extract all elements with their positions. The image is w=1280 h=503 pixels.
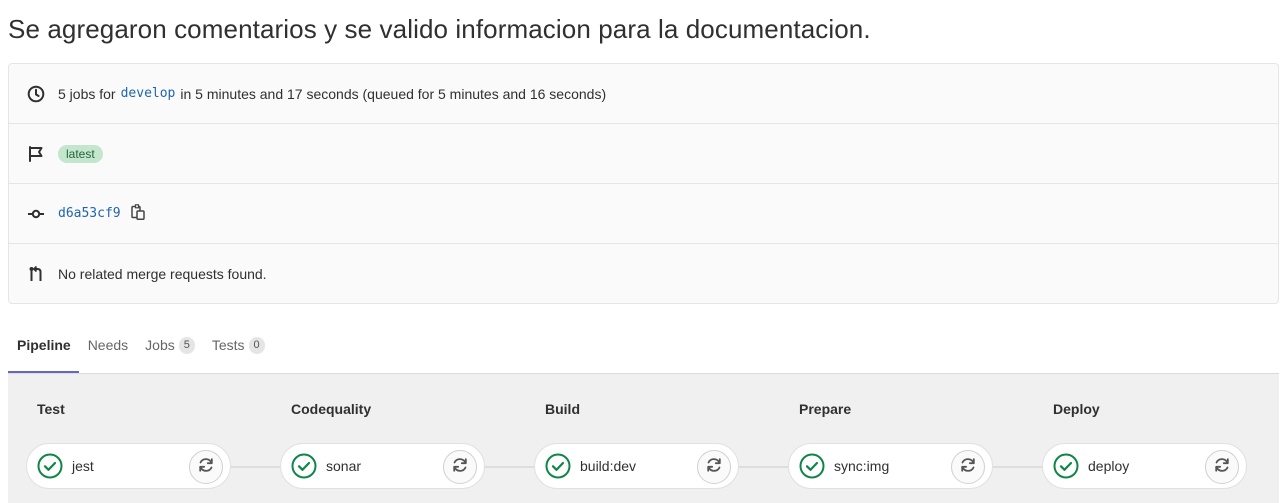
pipeline-duration-row: 5 jobs for develop in 5 minutes and 17 s…	[9, 64, 1278, 124]
commit-icon	[26, 204, 46, 224]
job-build-dev[interactable]: build:dev	[534, 443, 739, 489]
retry-job-button[interactable]	[951, 450, 985, 484]
pipeline-info-box: 5 jobs for develop in 5 minutes and 17 s…	[8, 63, 1279, 304]
merge-requests-row: No related merge requests found.	[9, 244, 1278, 304]
status-success-icon	[545, 453, 571, 479]
pipeline-tags-row: latest	[9, 124, 1278, 184]
stage-title-codequality: Codequality	[291, 401, 372, 417]
status-success-icon	[799, 453, 825, 479]
flag-icon	[26, 144, 46, 164]
retry-icon	[1213, 456, 1231, 479]
copy-commit-sha-button[interactable]	[130, 204, 145, 223]
stage-title-deploy: Deploy	[1053, 401, 1100, 417]
tab-needs[interactable]: Needs	[79, 325, 136, 373]
retry-job-button[interactable]	[443, 450, 477, 484]
job-name: deploy	[1088, 458, 1130, 474]
stage-connector	[485, 466, 535, 468]
tab-pipeline-label: Pipeline	[17, 337, 71, 353]
branch-link[interactable]: develop	[121, 86, 176, 101]
status-success-icon	[291, 453, 317, 479]
retry-icon	[197, 456, 215, 479]
retry-job-button[interactable]	[189, 450, 223, 484]
job-deploy[interactable]: deploy	[1042, 443, 1247, 489]
merge-request-icon	[26, 264, 46, 284]
tab-tests[interactable]: Tests 0	[203, 325, 273, 373]
tab-jobs-label: Jobs	[145, 337, 175, 353]
merge-requests-text: No related merge requests found.	[58, 266, 267, 282]
retry-job-button[interactable]	[1205, 450, 1239, 484]
status-success-icon	[1053, 453, 1079, 479]
retry-job-button[interactable]	[697, 450, 731, 484]
job-sync-img[interactable]: sync:img	[788, 443, 993, 489]
copy-icon	[130, 204, 145, 223]
status-success-icon	[37, 453, 63, 479]
pipeline-graph: Test jest Codequality sonar Build build:…	[8, 373, 1279, 503]
stage-title-build: Build	[545, 401, 580, 417]
page-title: Se agregaron comentarios y se valido inf…	[8, 14, 871, 44]
commit-sha-link[interactable]: d6a53cf9	[58, 206, 121, 221]
stage-connector	[993, 466, 1043, 468]
job-name: build:dev	[580, 458, 637, 474]
job-jest[interactable]: jest	[26, 443, 231, 489]
job-name: jest	[72, 458, 94, 474]
tab-pipeline[interactable]: Pipeline	[8, 325, 79, 373]
retry-icon	[451, 456, 469, 479]
tab-tests-label: Tests	[211, 337, 245, 353]
pipeline-tabs: Pipeline Needs Jobs 5 Tests 0	[8, 325, 273, 373]
job-name: sync:img	[834, 458, 890, 474]
job-name: sonar	[326, 458, 362, 474]
jobs-count-badge: 5	[178, 337, 195, 354]
retry-icon	[705, 456, 723, 479]
latest-badge: latest	[58, 144, 103, 163]
stage-title-test: Test	[37, 401, 65, 417]
job-sonar[interactable]: sonar	[280, 443, 485, 489]
clock-icon	[26, 84, 46, 104]
tab-jobs[interactable]: Jobs 5	[136, 325, 203, 373]
tests-count-badge: 0	[248, 337, 265, 354]
pipeline-commit-row: d6a53cf9	[9, 184, 1278, 244]
stage-connector	[231, 466, 281, 468]
tab-needs-label: Needs	[87, 337, 129, 353]
stage-connector	[739, 466, 789, 468]
retry-icon	[959, 456, 977, 479]
jobs-summary-prefix: 5 jobs for	[58, 85, 116, 102]
stage-title-prepare: Prepare	[799, 401, 852, 417]
jobs-summary-suffix: in 5 minutes and 17 seconds (queued for …	[180, 85, 607, 102]
